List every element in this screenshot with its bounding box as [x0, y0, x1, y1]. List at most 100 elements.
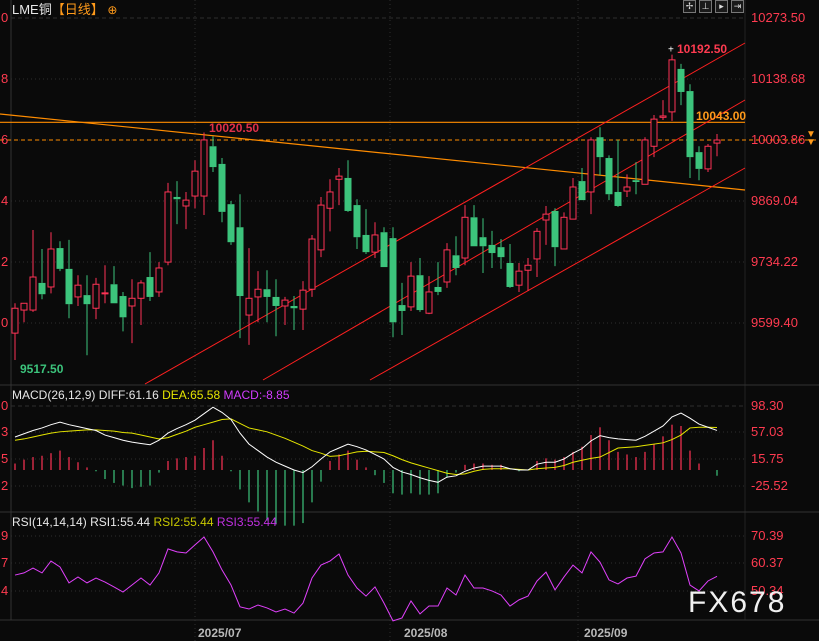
candle [560, 212, 568, 250]
candle-body [596, 137, 604, 158]
candle [137, 280, 145, 325]
left-axis-label: 7 [1, 555, 9, 570]
candle-body [425, 291, 433, 314]
candle [713, 134, 721, 157]
watermark-logo: FX678 [688, 586, 787, 619]
vertical-fit-icon[interactable]: ⊥ [699, 0, 712, 13]
candle-body [218, 163, 226, 212]
candle [533, 228, 541, 278]
candle-body [650, 118, 658, 147]
diff-line [14, 406, 718, 483]
price-axis-label: 9869.04 [751, 193, 798, 208]
macd-axis-label: -25.52 [751, 478, 788, 493]
candle [506, 243, 514, 288]
candle-body [452, 255, 460, 268]
candle [353, 199, 361, 249]
candle [65, 239, 73, 319]
candle [614, 139, 622, 207]
candle [686, 84, 694, 178]
candle [335, 167, 343, 206]
crosshair-circle-icon[interactable]: ⊕ [107, 3, 117, 17]
candle-body [209, 146, 217, 168]
candle [524, 258, 532, 292]
candle-body [389, 238, 397, 323]
candle-body [101, 292, 109, 295]
candle [344, 160, 352, 212]
symbol-name: LME铜 [12, 2, 52, 17]
candle-body [506, 263, 514, 287]
candle [668, 54, 676, 121]
candle [434, 262, 442, 296]
candle [542, 205, 550, 245]
candle-body [326, 191, 334, 209]
candle-body [677, 68, 685, 92]
play-forward-icon[interactable]: ▸ [715, 0, 728, 13]
left-axis-label: 0 [1, 10, 9, 25]
candle-body [668, 59, 676, 113]
candle [182, 191, 190, 230]
candle [380, 227, 388, 268]
chart-title: LME铜【日线】 ⊕ [12, 2, 117, 18]
candle-body [182, 199, 190, 207]
period-label[interactable]: 【日线】 [52, 2, 104, 17]
rsi-line [14, 536, 718, 622]
candle-body [11, 307, 19, 334]
price-axis-label: 10003.86 [751, 132, 806, 147]
candle-body [695, 152, 703, 169]
candle [650, 115, 658, 158]
candle [101, 265, 109, 304]
candle-body [380, 232, 388, 268]
candle [263, 270, 271, 323]
candle-body [281, 299, 289, 307]
candle [92, 277, 100, 320]
candle [218, 158, 226, 223]
macd-axis-label: 15.75 [751, 451, 784, 466]
candle-body [470, 217, 478, 247]
low-price-label: 9517.50 [20, 362, 64, 376]
candle-body [308, 238, 316, 290]
candle [515, 263, 523, 292]
candle-body [137, 282, 145, 299]
candle [281, 296, 289, 325]
candle-body [407, 275, 415, 308]
candle [38, 248, 46, 300]
rsi-legend: RSI(14,14,14) RSI1:55.44 RSI2:55.44 RSI3… [12, 515, 277, 529]
candle-body [569, 186, 577, 220]
candle-body [254, 288, 262, 298]
candle [164, 182, 172, 266]
candle [695, 146, 703, 181]
candle-body [191, 170, 199, 197]
chart-canvas[interactable]: + [0, 0, 819, 641]
double-chevron-down-icon[interactable]: ▼ ▼ [806, 130, 816, 148]
level-label: 10043.00 [696, 109, 747, 123]
candle-body [92, 283, 100, 309]
candle-body [362, 234, 370, 253]
candle-body [146, 277, 154, 297]
candle [470, 205, 478, 247]
macd-axis-label: 98.30 [751, 398, 784, 413]
macd-pane [14, 406, 718, 526]
rsi2-value: RSI2:55.44 [153, 515, 214, 529]
candle [704, 144, 712, 173]
candle-body [245, 297, 253, 316]
candle [587, 137, 595, 215]
scroll-right-icon[interactable]: ⇥ [731, 0, 744, 13]
candle [605, 155, 613, 201]
left-axis-label: 0 [1, 398, 9, 413]
left-axis-label: 3 [1, 424, 9, 439]
candle-body [560, 216, 568, 250]
candle [398, 282, 406, 335]
left-axis-label: 9 [1, 528, 9, 543]
candle-body [20, 302, 28, 311]
date-label: 2025/08 [404, 626, 448, 640]
candle-body [164, 191, 172, 263]
candle-body [614, 191, 622, 206]
candle-body [632, 180, 640, 183]
crosshair-move-icon[interactable]: ✢ [683, 0, 696, 13]
descending-trendline [0, 113, 746, 191]
price-axis-label: 9734.22 [751, 254, 798, 269]
candle-body [119, 296, 127, 318]
candle [245, 248, 253, 345]
crosshair-marker: + [668, 45, 674, 56]
candle-body [686, 91, 694, 158]
